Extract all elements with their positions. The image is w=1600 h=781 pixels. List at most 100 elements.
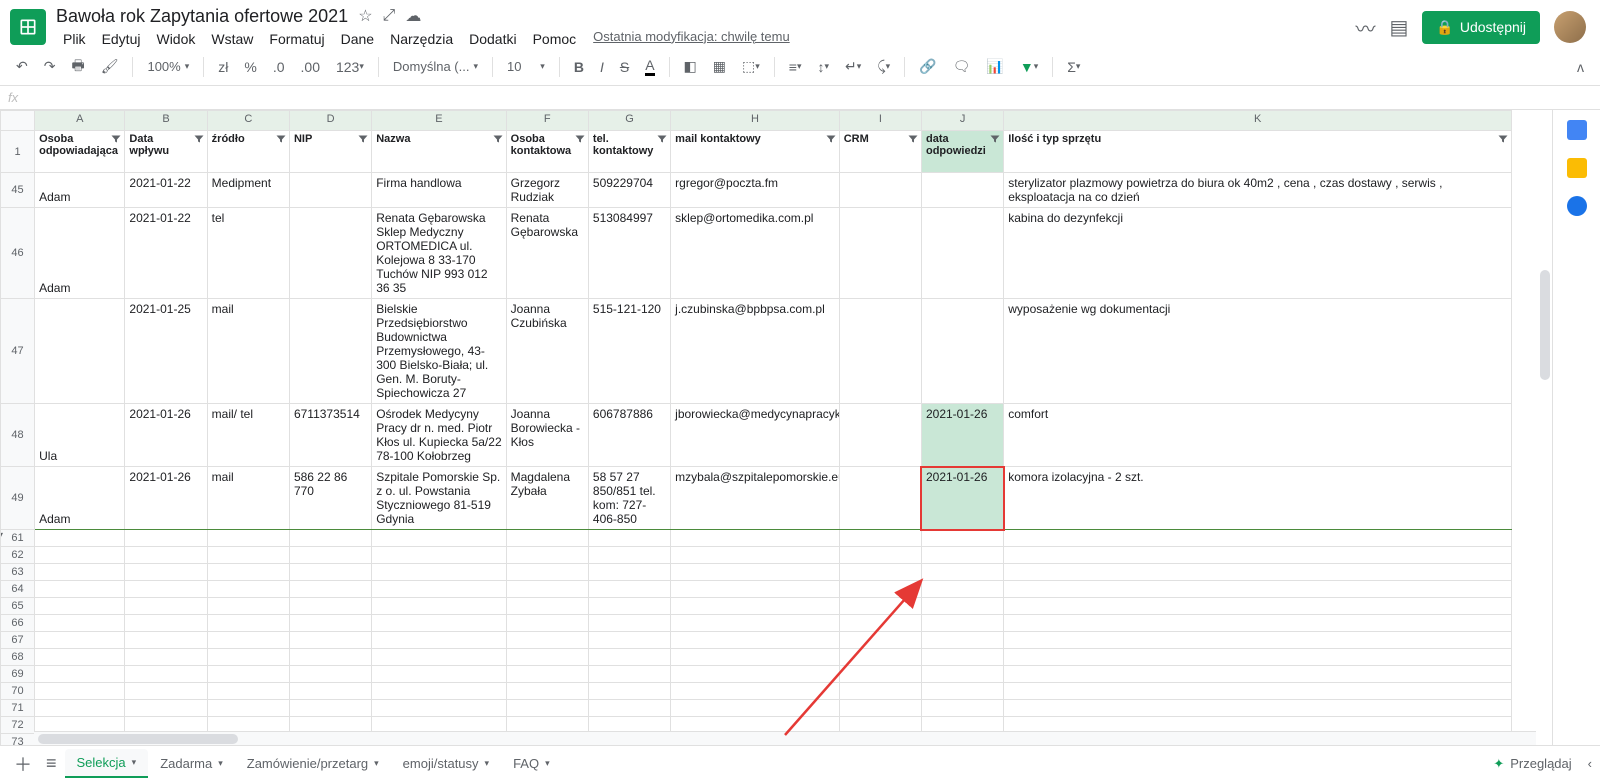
cell-H46[interactable]: sklep@ortomedika.com.pl	[671, 208, 840, 299]
cell-K66[interactable]	[1004, 615, 1512, 632]
cell-C45[interactable]: Medipment	[207, 173, 289, 208]
cell-D65[interactable]	[289, 598, 371, 615]
cell-B68[interactable]	[125, 649, 207, 666]
bold-icon[interactable]: B	[568, 55, 590, 79]
cell-C66[interactable]	[207, 615, 289, 632]
menu-tools[interactable]: Narzędzia	[383, 29, 460, 49]
move-icon[interactable]: ⤢	[383, 7, 396, 25]
cell-E45[interactable]: Firma handlowa	[372, 173, 506, 208]
cell-H68[interactable]	[671, 649, 840, 666]
link-icon[interactable]: 🔗	[913, 54, 942, 79]
cell-J62[interactable]	[921, 547, 1003, 564]
cell-B69[interactable]	[125, 666, 207, 683]
cell-J68[interactable]	[921, 649, 1003, 666]
cell-D48[interactable]: 6711373514	[289, 404, 371, 467]
cell-F66[interactable]	[506, 615, 588, 632]
cell-J65[interactable]	[921, 598, 1003, 615]
cell-E46[interactable]: Renata Gębarowska Sklep Medyczny ORTOMED…	[372, 208, 506, 299]
cell-C64[interactable]	[207, 581, 289, 598]
column-filter-icon[interactable]	[825, 133, 837, 145]
cell-E61[interactable]	[372, 530, 506, 547]
cell-E64[interactable]	[372, 581, 506, 598]
col-header-G[interactable]: G	[588, 111, 670, 131]
column-filter-icon[interactable]	[110, 133, 122, 145]
cell-H48[interactable]: jborowiecka@medycynapracyklos.eu	[671, 404, 840, 467]
cell-A69[interactable]	[35, 666, 125, 683]
collapse-toolbar-icon[interactable]: ʌ	[1571, 55, 1590, 79]
cell-B70[interactable]	[125, 683, 207, 700]
cell-I66[interactable]	[839, 615, 921, 632]
cell-J48[interactable]: 2021-01-26	[921, 404, 1003, 467]
cell-J49[interactable]: 2021-01-26	[921, 467, 1003, 530]
cell-A70[interactable]	[35, 683, 125, 700]
cell-K68[interactable]	[1004, 649, 1512, 666]
col-header-F[interactable]: F	[506, 111, 588, 131]
cell-G67[interactable]	[588, 632, 670, 649]
text-color-icon[interactable]: A	[639, 53, 660, 80]
cell-G45[interactable]: 509229704	[588, 173, 670, 208]
increase-decimal-icon[interactable]: .00	[295, 55, 326, 79]
cell-B71[interactable]	[125, 700, 207, 717]
menu-help[interactable]: Pomoc	[526, 29, 584, 49]
cell-E66[interactable]	[372, 615, 506, 632]
cell-F45[interactable]: Grzegorz Rudziak	[506, 173, 588, 208]
column-filter-icon[interactable]	[492, 133, 504, 145]
rotate-icon[interactable]: ⤹▾	[871, 54, 896, 79]
cell-F46[interactable]: Renata Gębarowska	[506, 208, 588, 299]
cell-G61[interactable]	[588, 530, 670, 547]
cell-G46[interactable]: 513084997	[588, 208, 670, 299]
cell-G62[interactable]	[588, 547, 670, 564]
cell-C63[interactable]	[207, 564, 289, 581]
cell-K67[interactable]	[1004, 632, 1512, 649]
row-header-65[interactable]: 65	[1, 598, 35, 615]
cell-J46[interactable]	[921, 208, 1003, 299]
cell-I71[interactable]	[839, 700, 921, 717]
explore-button[interactable]: ✦Przeglądaj	[1485, 752, 1579, 776]
cell-A68[interactable]	[35, 649, 125, 666]
cell-I67[interactable]	[839, 632, 921, 649]
avatar[interactable]	[1554, 11, 1586, 43]
cell-K71[interactable]	[1004, 700, 1512, 717]
print-icon[interactable]: 🖶	[65, 51, 90, 83]
cell-F48[interactable]: Joanna Borowiecka - Kłos	[506, 404, 588, 467]
cell-J70[interactable]	[921, 683, 1003, 700]
cell-I69[interactable]	[839, 666, 921, 683]
cell-A66[interactable]	[35, 615, 125, 632]
cell-A71[interactable]	[35, 700, 125, 717]
menu-view[interactable]: Widok	[149, 29, 202, 49]
cell-H47[interactable]: j.czubinska@bpbpsa.com.pl	[671, 299, 840, 404]
cell-E65[interactable]	[372, 598, 506, 615]
decrease-decimal-icon[interactable]: .0	[267, 55, 291, 79]
header-cell-B[interactable]: Data wpływu	[125, 131, 207, 173]
cell-K65[interactable]	[1004, 598, 1512, 615]
cell-B63[interactable]	[125, 564, 207, 581]
italic-icon[interactable]: I	[594, 55, 610, 79]
cell-D70[interactable]	[289, 683, 371, 700]
col-header-A[interactable]: A	[35, 111, 125, 131]
cell-I63[interactable]	[839, 564, 921, 581]
v-align-icon[interactable]: ↕▾	[811, 55, 835, 79]
cell-H64[interactable]	[671, 581, 840, 598]
sheet-tab-faq[interactable]: FAQ▾	[501, 749, 562, 778]
cell-J71[interactable]	[921, 700, 1003, 717]
column-filter-icon[interactable]	[656, 133, 668, 145]
row-header-45[interactable]: 45	[1, 173, 35, 208]
row-header-46[interactable]: 46	[1, 208, 35, 299]
share-button[interactable]: 🔒 Udostępnij	[1422, 11, 1540, 44]
cell-E62[interactable]	[372, 547, 506, 564]
sheet-tab-zadarma[interactable]: Zadarma▾	[148, 749, 235, 778]
cell-I48[interactable]	[839, 404, 921, 467]
vertical-scrollbar[interactable]	[1540, 270, 1550, 380]
col-header-I[interactable]: I	[839, 111, 921, 131]
header-cell-I[interactable]: CRM	[839, 131, 921, 173]
cell-B65[interactable]	[125, 598, 207, 615]
col-header-J[interactable]: J	[921, 111, 1003, 131]
cell-I45[interactable]	[839, 173, 921, 208]
cell-I46[interactable]	[839, 208, 921, 299]
wrap-icon[interactable]: ↵▾	[839, 54, 867, 79]
cell-B64[interactable]	[125, 581, 207, 598]
cell-F71[interactable]	[506, 700, 588, 717]
column-filter-icon[interactable]	[275, 133, 287, 145]
row-header-48[interactable]: 48	[1, 404, 35, 467]
merge-cells-icon[interactable]: ⬚▾	[736, 54, 766, 79]
